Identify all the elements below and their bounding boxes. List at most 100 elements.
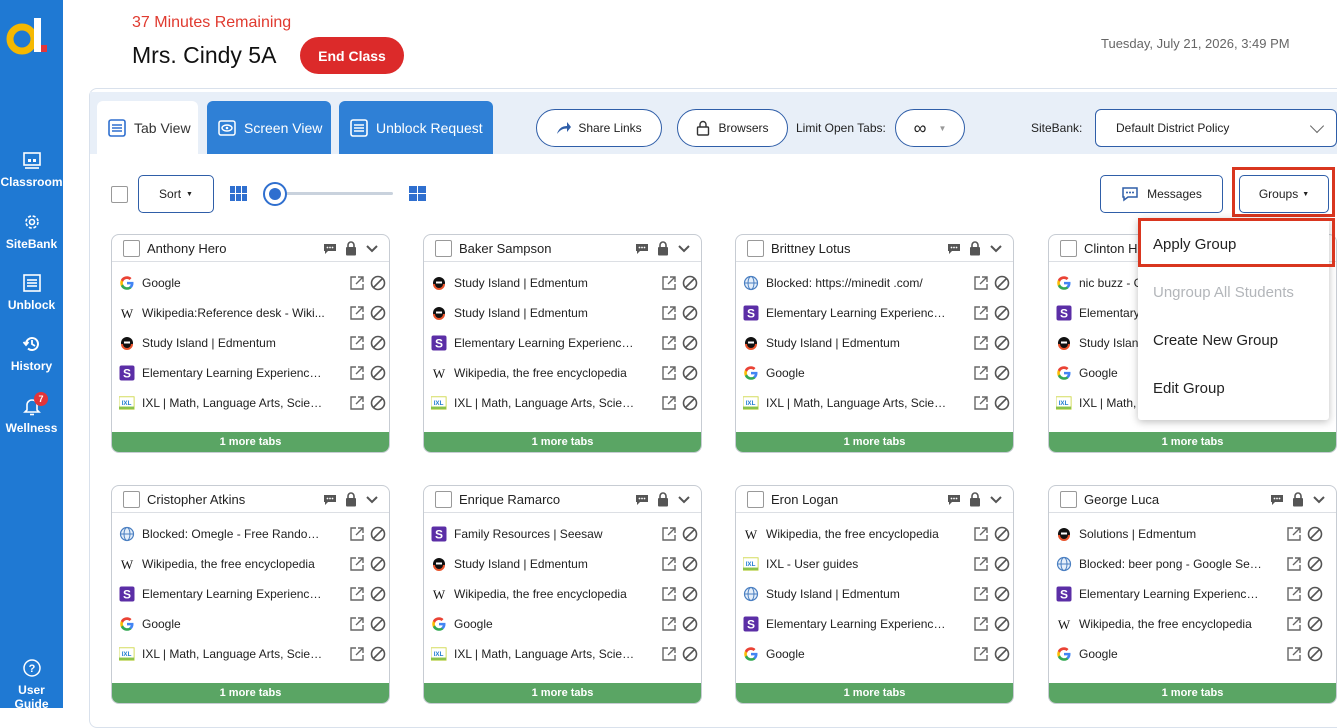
tab-tab-view[interactable]: Tab View [97,101,198,154]
open-tab-icon[interactable] [1285,615,1303,633]
tab-row[interactable]: Study Island | Edmentum [431,273,699,293]
tab-row[interactable]: Google [743,644,1011,664]
more-tabs-bar[interactable]: 1 more tabs [1049,432,1336,452]
block-icon[interactable] [1306,585,1324,603]
nav-wellness[interactable]: 7 Wellness [0,392,63,435]
block-icon[interactable] [993,555,1011,573]
tab-row[interactable]: S Elementary Learning Experience ... [119,584,387,604]
open-tab-icon[interactable] [1285,645,1303,663]
student-checkbox[interactable] [435,240,452,257]
block-icon[interactable] [369,615,387,633]
open-tab-icon[interactable] [660,394,678,412]
end-class-button[interactable]: End Class [300,37,404,74]
student-checkbox[interactable] [123,240,140,257]
more-tabs-bar[interactable]: 1 more tabs [1049,683,1336,703]
tab-row[interactable]: Study Island | Edmentum [743,333,1011,353]
open-tab-icon[interactable] [660,525,678,543]
more-tabs-bar[interactable]: 1 more tabs [736,683,1013,703]
open-tab-icon[interactable] [348,274,366,292]
tab-row[interactable]: Blocked: beer pong - Google Sea... [1056,554,1324,574]
nav-sitebank[interactable]: SiteBank [0,212,63,251]
block-icon[interactable] [681,615,699,633]
student-checkbox[interactable] [1060,491,1077,508]
tab-row[interactable]: W Wikipedia, the free encyclopedia [431,584,699,604]
block-icon[interactable] [681,645,699,663]
open-tab-icon[interactable] [348,525,366,543]
lock-icon[interactable] [345,241,357,256]
block-icon[interactable] [369,364,387,382]
open-tab-icon[interactable] [972,645,990,663]
block-icon[interactable] [369,394,387,412]
tab-row[interactable]: Google [743,363,1011,383]
lock-icon[interactable] [1292,492,1304,507]
tab-row[interactable]: IXL IXL | Math, Language Arts, Scien... [119,393,387,413]
tab-row[interactable]: Google [1056,644,1324,664]
message-icon[interactable] [323,243,337,255]
zoom-slider-track[interactable] [274,192,393,195]
block-icon[interactable] [681,304,699,322]
more-tabs-bar[interactable]: 1 more tabs [112,432,389,452]
lock-icon[interactable] [969,241,981,256]
block-icon[interactable] [681,274,699,292]
menu-create-new-group[interactable]: Create New Group [1153,332,1278,349]
nav-classroom[interactable]: Classroom [0,150,63,189]
tab-row[interactable]: IXL IXL | Math, Language Arts, Scien... [743,393,1011,413]
limit-open-tabs-select[interactable]: ∞ ▼ [895,109,965,147]
block-icon[interactable] [369,585,387,603]
open-tab-icon[interactable] [972,585,990,603]
block-icon[interactable] [993,334,1011,352]
sort-button[interactable]: Sort ▼ [138,175,214,213]
select-all-checkbox[interactable] [111,186,128,203]
more-tabs-bar[interactable]: 1 more tabs [424,683,701,703]
tab-row[interactable]: S Elementary Learning Experience ... [1056,584,1324,604]
tab-row[interactable]: W Wikipedia, the free encyclopedia [431,363,699,383]
block-icon[interactable] [681,585,699,603]
tab-row[interactable]: IXL IXL - User guides [743,554,1011,574]
block-icon[interactable] [1306,645,1324,663]
tab-row[interactable]: Study Island | Edmentum [743,584,1011,604]
open-tab-icon[interactable] [660,364,678,382]
open-tab-icon[interactable] [1285,525,1303,543]
message-icon[interactable] [635,243,649,255]
chevron-down-icon[interactable] [365,244,379,254]
block-icon[interactable] [681,555,699,573]
block-icon[interactable] [993,304,1011,322]
tab-row[interactable]: W Wikipedia:Reference desk - Wiki... [119,303,387,323]
block-icon[interactable] [369,304,387,322]
chevron-down-icon[interactable] [677,495,691,505]
open-tab-icon[interactable] [348,645,366,663]
message-icon[interactable] [323,494,337,506]
open-tab-icon[interactable] [348,394,366,412]
student-checkbox[interactable] [435,491,452,508]
tab-row[interactable]: Study Island | Edmentum [431,303,699,323]
block-icon[interactable] [993,615,1011,633]
open-tab-icon[interactable] [348,334,366,352]
chevron-down-icon[interactable] [1312,495,1326,505]
open-tab-icon[interactable] [660,304,678,322]
tab-row[interactable]: Google [119,273,387,293]
student-checkbox[interactable] [747,240,764,257]
chevron-down-icon[interactable] [989,244,1003,254]
block-icon[interactable] [1306,555,1324,573]
menu-edit-group[interactable]: Edit Group [1153,380,1225,397]
lock-icon[interactable] [657,492,669,507]
open-tab-icon[interactable] [972,394,990,412]
open-tab-icon[interactable] [972,274,990,292]
tab-row[interactable]: Solutions | Edmentum [1056,524,1324,544]
open-tab-icon[interactable] [1285,585,1303,603]
block-icon[interactable] [993,645,1011,663]
open-tab-icon[interactable] [972,555,990,573]
more-tabs-bar[interactable]: 1 more tabs [736,432,1013,452]
block-icon[interactable] [369,645,387,663]
tab-row[interactable]: S Elementary Learning Experience ... [431,333,699,353]
chevron-down-icon[interactable] [365,495,379,505]
block-icon[interactable] [1306,525,1324,543]
lock-icon[interactable] [969,492,981,507]
tab-row[interactable]: Blocked: Omegle - Free Random ... [119,524,387,544]
more-tabs-bar[interactable]: 1 more tabs [112,683,389,703]
block-icon[interactable] [369,274,387,292]
open-tab-icon[interactable] [1285,555,1303,573]
open-tab-icon[interactable] [660,274,678,292]
open-tab-icon[interactable] [972,364,990,382]
message-icon[interactable] [635,494,649,506]
